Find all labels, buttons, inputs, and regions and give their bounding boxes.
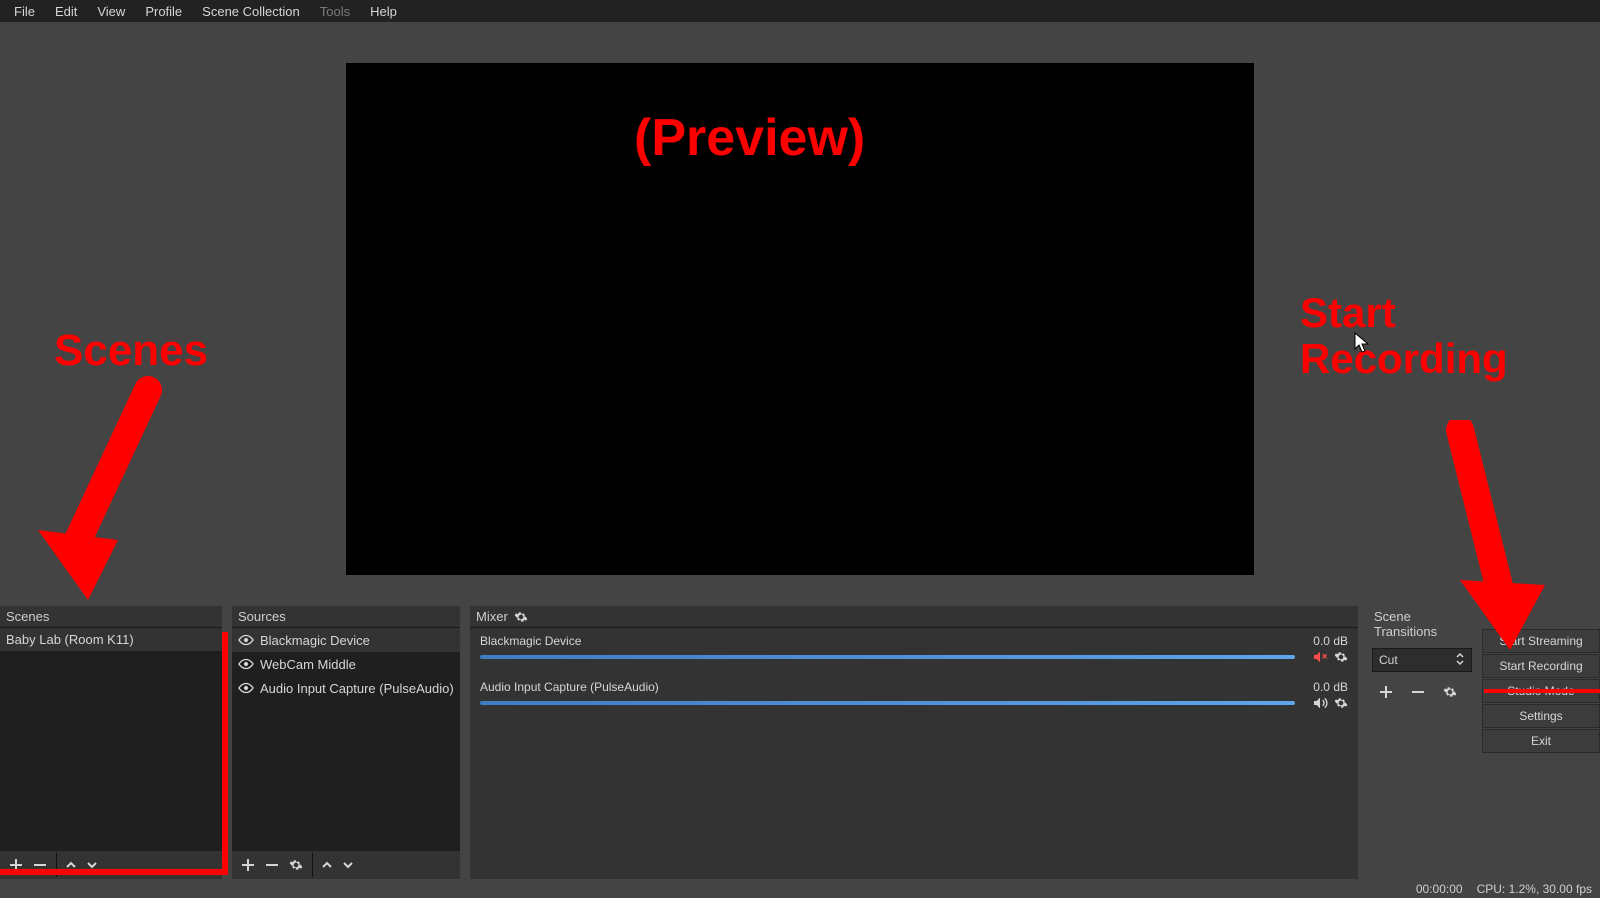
eye-icon[interactable] xyxy=(238,680,254,696)
transitions-panel: Scene Transitions Cut xyxy=(1368,606,1476,879)
scene-item[interactable]: Baby Lab (Room K11) xyxy=(0,628,222,651)
transition-selected-label: Cut xyxy=(1379,653,1398,667)
annotation-highlight xyxy=(222,632,228,875)
gear-icon[interactable] xyxy=(1334,696,1348,710)
source-item-label: WebCam Middle xyxy=(260,657,356,672)
start-streaming-button[interactable]: Start Streaming xyxy=(1482,629,1600,653)
add-source-button[interactable] xyxy=(236,853,260,877)
annotation-highlight xyxy=(0,869,228,875)
source-item[interactable]: WebCam Middle xyxy=(232,652,460,676)
mixer-channel-name: Blackmagic Device xyxy=(480,634,581,648)
preview-canvas[interactable] xyxy=(346,63,1254,575)
menu-view[interactable]: View xyxy=(87,2,135,21)
scene-item-label: Baby Lab (Room K11) xyxy=(6,632,134,647)
scenes-header: Scenes xyxy=(0,606,222,628)
source-properties-button[interactable] xyxy=(284,853,308,877)
menu-profile[interactable]: Profile xyxy=(135,2,192,21)
mixer-slider[interactable] xyxy=(480,648,1348,666)
gear-icon[interactable] xyxy=(514,610,528,624)
mixer-header: Mixer xyxy=(470,606,1358,628)
transitions-title: Scene Transitions xyxy=(1374,609,1470,639)
sources-toolbar xyxy=(232,851,460,879)
mixer-slider[interactable] xyxy=(480,694,1348,712)
transitions-body: Cut xyxy=(1368,642,1476,710)
source-item[interactable]: Audio Input Capture (PulseAudio) xyxy=(232,676,460,700)
sources-list[interactable]: Blackmagic Device WebCam Middle Audio In… xyxy=(232,628,460,851)
source-item-label: Blackmagic Device xyxy=(260,633,370,648)
status-time: 00:00:00 xyxy=(1416,882,1463,896)
transitions-header: Scene Transitions xyxy=(1368,606,1476,642)
mixer-body: Blackmagic Device 0.0 dB Audio Input Cap… xyxy=(470,628,1358,879)
move-source-down-button[interactable] xyxy=(336,853,360,877)
scenes-list[interactable]: Baby Lab (Room K11) xyxy=(0,628,222,851)
add-transition-button[interactable] xyxy=(1374,680,1398,704)
menu-scene-collection[interactable]: Scene Collection xyxy=(192,2,310,21)
mixer-panel: Mixer Blackmagic Device 0.0 dB xyxy=(470,606,1358,879)
eye-icon[interactable] xyxy=(238,632,254,648)
preview-region xyxy=(0,22,1600,606)
scenes-panel: Scenes Baby Lab (Room K11) xyxy=(0,606,222,879)
annotation-highlight xyxy=(1484,689,1600,693)
transition-select[interactable]: Cut xyxy=(1372,648,1472,672)
transition-properties-button[interactable] xyxy=(1438,680,1462,704)
controls-panel: Start Streaming Start Recording Studio M… xyxy=(1482,606,1600,879)
mixer-channel-name: Audio Input Capture (PulseAudio) xyxy=(480,680,659,694)
status-bar: 00:00:00 CPU: 1.2%, 30.00 fps xyxy=(0,879,1600,898)
speaker-icon[interactable] xyxy=(1312,695,1328,711)
sources-title: Sources xyxy=(238,609,286,624)
menu-bar: File Edit View Profile Scene Collection … xyxy=(0,0,1600,22)
menu-tools[interactable]: Tools xyxy=(310,2,360,21)
exit-button[interactable]: Exit xyxy=(1482,729,1600,753)
mixer-channel: Blackmagic Device 0.0 dB xyxy=(480,634,1348,666)
remove-source-button[interactable] xyxy=(260,853,284,877)
settings-button[interactable]: Settings xyxy=(1482,704,1600,728)
cursor-icon xyxy=(1354,332,1372,356)
gear-icon[interactable] xyxy=(1334,650,1348,664)
eye-icon[interactable] xyxy=(238,656,254,672)
sources-panel: Sources Blackmagic Device WebCam Middle … xyxy=(232,606,460,879)
mixer-title: Mixer xyxy=(476,609,508,624)
scenes-title: Scenes xyxy=(6,609,49,624)
mixer-channel-db: 0.0 dB xyxy=(1313,634,1348,648)
mute-icon[interactable] xyxy=(1312,649,1328,665)
dock-row: Scenes Baby Lab (Room K11) Sources Black… xyxy=(0,606,1600,879)
source-item-label: Audio Input Capture (PulseAudio) xyxy=(260,681,454,696)
mixer-channel-db: 0.0 dB xyxy=(1313,680,1348,694)
mixer-channel: Audio Input Capture (PulseAudio) 0.0 dB xyxy=(480,680,1348,712)
sources-header: Sources xyxy=(232,606,460,628)
remove-transition-button[interactable] xyxy=(1406,680,1430,704)
move-source-up-button[interactable] xyxy=(312,853,336,877)
source-item[interactable]: Blackmagic Device xyxy=(232,628,460,652)
menu-file[interactable]: File xyxy=(4,2,45,21)
menu-help[interactable]: Help xyxy=(360,2,407,21)
menu-edit[interactable]: Edit xyxy=(45,2,87,21)
chevron-updown-icon xyxy=(1455,652,1465,669)
start-recording-button[interactable]: Start Recording xyxy=(1482,654,1600,678)
status-cpu: CPU: 1.2%, 30.00 fps xyxy=(1477,882,1592,896)
